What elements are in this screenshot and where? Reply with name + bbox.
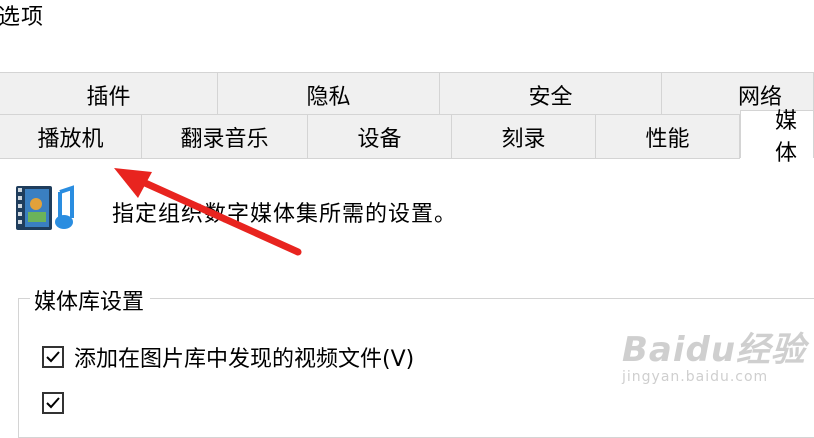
tab-content-border xyxy=(0,158,740,159)
tab-library[interactable]: 媒体 xyxy=(740,109,814,166)
window-title: 选项 xyxy=(0,5,45,30)
tab-privacy[interactable]: 隐私 xyxy=(218,72,440,116)
checkbox-partial-row[interactable] xyxy=(42,392,74,414)
baidu-watermark: Baidu经验 jingyan.baidu.com xyxy=(622,322,806,385)
page-description: 指定组织数字媒体集所需的设置。 xyxy=(112,202,458,227)
tab-row-top: 插件 隐私 安全 网络 xyxy=(0,72,814,116)
group-title: 媒体库设置 xyxy=(30,284,151,316)
watermark-logo: Baidu经验 xyxy=(622,330,807,370)
tab-row-bottom: 播放机 翻录音乐 设备 刻录 性能 媒体 xyxy=(0,109,814,166)
tab-performance[interactable]: 性能 xyxy=(596,114,740,158)
tab-rip-music[interactable]: 翻录音乐 xyxy=(142,114,308,158)
checkbox-label: 添加在图片库中发现的视频文件(V) xyxy=(74,347,415,372)
checkbox-add-videos-from-pictures[interactable]: 添加在图片库中发现的视频文件(V) xyxy=(42,341,414,373)
tab-burn[interactable]: 刻录 xyxy=(452,114,596,158)
checkbox-checked[interactable] xyxy=(42,346,64,368)
watermark-url: jingyan.baidu.com xyxy=(622,369,769,385)
media-library-icon xyxy=(14,178,80,244)
tab-security[interactable]: 安全 xyxy=(440,72,662,116)
checkbox-checked[interactable] xyxy=(42,392,64,414)
tab-player[interactable]: 播放机 xyxy=(0,114,142,158)
tab-plugins[interactable]: 插件 xyxy=(0,72,218,116)
tab-devices[interactable]: 设备 xyxy=(308,114,452,158)
